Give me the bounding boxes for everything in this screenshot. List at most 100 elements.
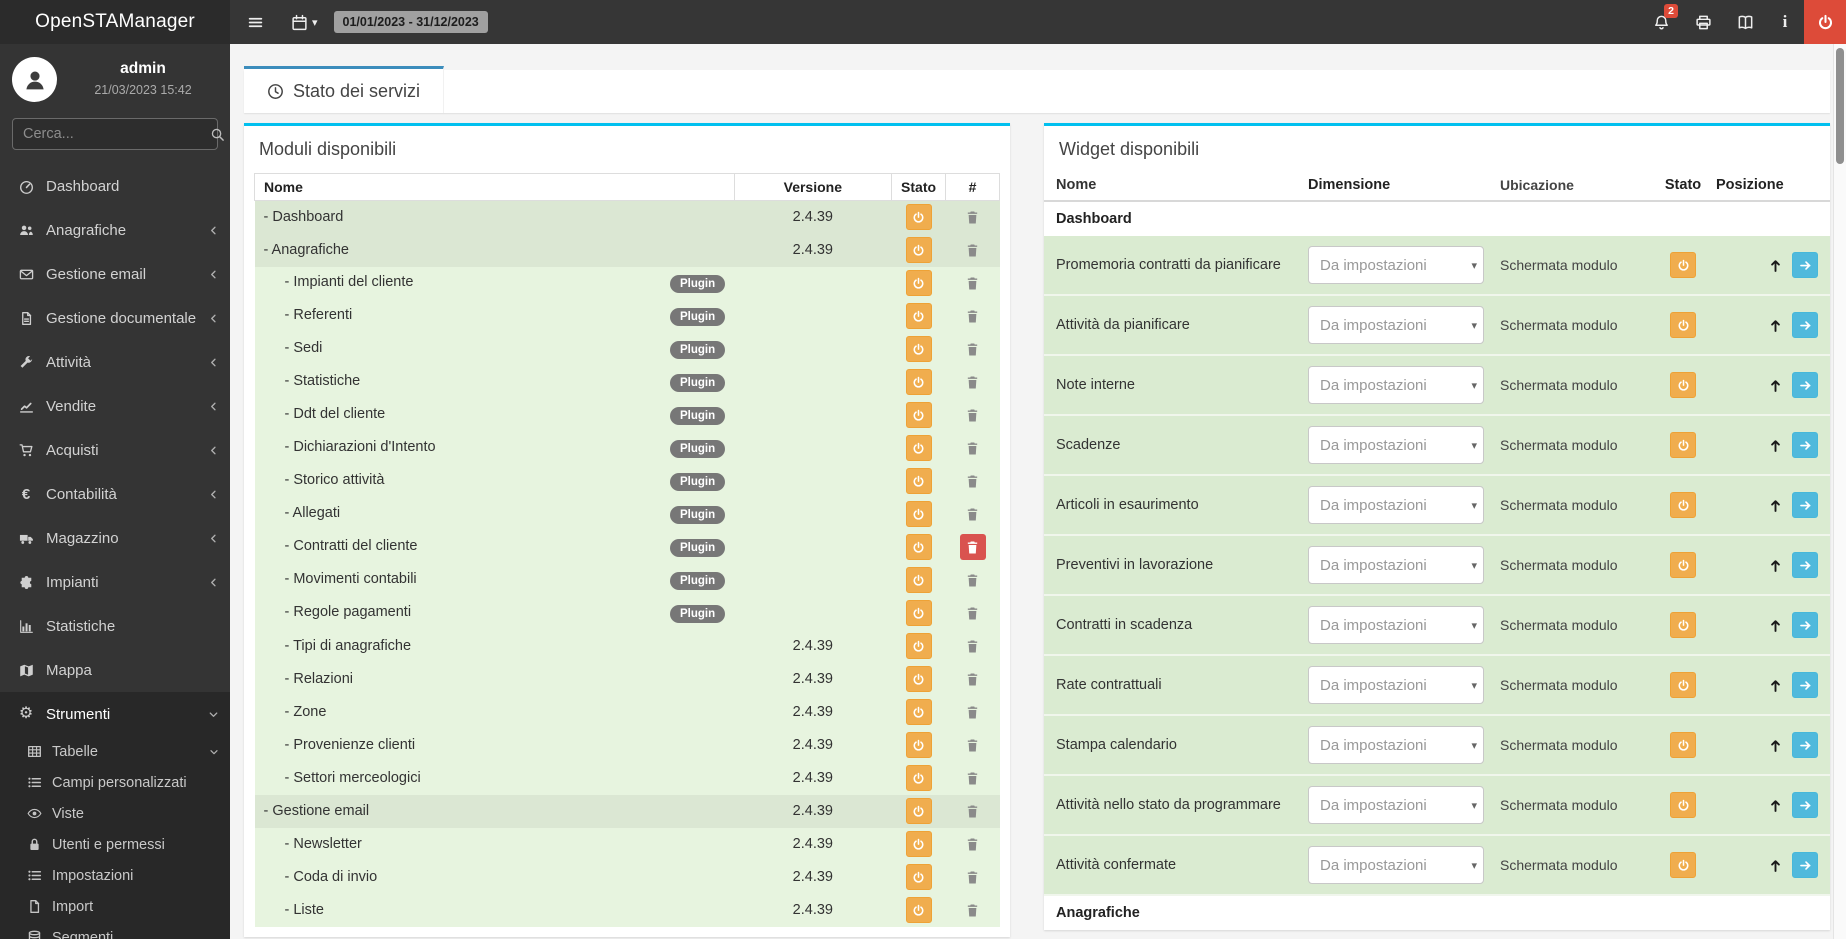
sidebar-item-dashboard[interactable]: Dashboard [0, 164, 230, 208]
app-logo[interactable]: OpenSTAManager [0, 0, 230, 44]
column-header-hash[interactable]: # [945, 173, 1000, 201]
module-status-toggle-button[interactable] [905, 204, 932, 231]
module-delete-button[interactable] [960, 699, 986, 725]
page-scrollbar[interactable] [1833, 44, 1846, 939]
widget-move-up-button[interactable] [1768, 378, 1783, 393]
widget-move-position-button[interactable] [1792, 552, 1818, 578]
widget-status-toggle-button[interactable] [1670, 612, 1696, 638]
module-status-toggle-button[interactable] [905, 765, 932, 791]
widget-move-up-button[interactable] [1768, 678, 1783, 693]
calendar-menu[interactable]: ▾ [291, 14, 318, 31]
notifications-button[interactable]: 2 [1640, 0, 1682, 44]
module-delete-button[interactable] [960, 666, 986, 692]
widget-move-position-button[interactable] [1792, 312, 1818, 338]
sidebar-toggle-button[interactable] [230, 0, 281, 44]
date-range-badge[interactable]: 01/01/2023 - 31/12/2023 [333, 11, 488, 33]
module-delete-button[interactable] [960, 237, 986, 263]
widget-move-position-button[interactable] [1792, 732, 1818, 758]
module-status-toggle-button[interactable] [905, 831, 932, 857]
module-delete-button[interactable] [960, 402, 986, 428]
widget-status-toggle-button[interactable] [1670, 432, 1696, 458]
widget-status-toggle-button[interactable] [1670, 552, 1696, 578]
column-header-stato[interactable]: Stato [891, 173, 947, 201]
widget-status-toggle-button[interactable] [1670, 252, 1696, 278]
widget-status-toggle-button[interactable] [1670, 492, 1696, 518]
widget-move-position-button[interactable] [1792, 492, 1818, 518]
module-status-toggle-button[interactable] [905, 798, 932, 824]
sidebar-item-mappa[interactable]: Mappa [0, 648, 230, 692]
module-delete-button[interactable] [960, 468, 986, 494]
dimension-select[interactable]: Da impostazioni ▾ [1308, 666, 1484, 704]
module-delete-button[interactable] [960, 567, 986, 593]
module-status-toggle-button[interactable] [905, 666, 932, 692]
module-status-toggle-button[interactable] [905, 270, 932, 296]
sidebar-subitem-import[interactable]: Import [0, 891, 230, 922]
module-status-toggle-button[interactable] [905, 336, 932, 362]
module-status-toggle-button[interactable] [905, 600, 932, 626]
module-delete-button[interactable] [960, 765, 986, 791]
column-header-versione[interactable]: Versione [733, 173, 893, 201]
module-status-toggle-button[interactable] [905, 534, 932, 560]
column-header-nome[interactable]: Nome [254, 173, 735, 201]
avatar[interactable] [12, 57, 57, 102]
info-button[interactable]: i [1766, 0, 1804, 44]
sidebar-item-magazzino[interactable]: Magazzino [0, 516, 230, 560]
widget-move-position-button[interactable] [1792, 792, 1818, 818]
dimension-select[interactable]: Da impostazioni ▾ [1308, 546, 1484, 584]
widget-status-toggle-button[interactable] [1670, 852, 1696, 878]
sidebar-subitem-campi-personalizzati[interactable]: Campi personalizzati [0, 767, 230, 798]
widget-status-toggle-button[interactable] [1670, 312, 1696, 338]
module-delete-button[interactable] [960, 864, 986, 890]
dimension-select[interactable]: Da impostazioni ▾ [1308, 786, 1484, 824]
module-status-toggle-button[interactable] [905, 402, 932, 428]
module-status-toggle-button[interactable] [905, 369, 932, 395]
widget-move-position-button[interactable] [1792, 252, 1818, 278]
print-button[interactable] [1682, 0, 1724, 44]
sidebar-subitem-tabelle[interactable]: Tabelle [0, 736, 230, 767]
module-status-toggle-button[interactable] [905, 897, 932, 923]
logout-button[interactable] [1804, 0, 1846, 44]
module-delete-button[interactable] [960, 435, 986, 461]
search-input[interactable] [23, 126, 210, 142]
widget-move-position-button[interactable] [1792, 672, 1818, 698]
sidebar-subitem-utenti-e-permessi[interactable]: Utenti e permessi [0, 829, 230, 860]
sidebar-item-gestione-documentale[interactable]: Gestione documentale [0, 296, 230, 340]
module-delete-button[interactable] [960, 336, 986, 362]
widget-status-toggle-button[interactable] [1670, 672, 1696, 698]
sidebar-subitem-segmenti[interactable]: Segmenti [0, 922, 230, 939]
module-delete-button[interactable] [960, 501, 986, 527]
module-delete-button[interactable] [959, 534, 986, 560]
module-delete-button[interactable] [960, 270, 986, 296]
tab-stato-dei-servizi[interactable]: Stato dei servizi [244, 66, 445, 113]
module-delete-button[interactable] [960, 600, 986, 626]
widget-move-up-button[interactable] [1768, 858, 1783, 873]
module-delete-button[interactable] [960, 831, 986, 857]
module-status-toggle-button[interactable] [905, 864, 932, 890]
dimension-select[interactable]: Da impostazioni ▾ [1308, 606, 1484, 644]
dimension-select[interactable]: Da impostazioni ▾ [1308, 726, 1484, 764]
module-status-toggle-button[interactable] [905, 567, 932, 593]
widget-move-up-button[interactable] [1768, 258, 1783, 273]
module-delete-button[interactable] [960, 369, 986, 395]
sidebar-subitem-impostazioni[interactable]: Impostazioni [0, 860, 230, 891]
search-icon[interactable] [210, 127, 225, 142]
module-delete-button[interactable] [960, 732, 986, 758]
sidebar-item-attivit[interactable]: Attività [0, 340, 230, 384]
widget-status-toggle-button[interactable] [1670, 732, 1696, 758]
widget-move-up-button[interactable] [1768, 618, 1783, 633]
scrollbar-thumb[interactable] [1836, 48, 1844, 164]
sidebar-item-acquisti[interactable]: Acquisti [0, 428, 230, 472]
widget-move-up-button[interactable] [1768, 738, 1783, 753]
widget-move-up-button[interactable] [1768, 798, 1783, 813]
dimension-select[interactable]: Da impostazioni ▾ [1308, 306, 1484, 344]
dimension-select[interactable]: Da impostazioni ▾ [1308, 486, 1484, 524]
module-status-toggle-button[interactable] [905, 468, 932, 494]
widget-move-up-button[interactable] [1768, 498, 1783, 513]
dimension-select[interactable]: Da impostazioni ▾ [1308, 246, 1484, 284]
module-status-toggle-button[interactable] [905, 303, 932, 329]
module-status-toggle-button[interactable] [905, 435, 932, 461]
widget-move-position-button[interactable] [1792, 372, 1818, 398]
module-status-toggle-button[interactable] [905, 501, 932, 527]
widget-move-up-button[interactable] [1768, 318, 1783, 333]
dimension-select[interactable]: Da impostazioni ▾ [1308, 846, 1484, 884]
